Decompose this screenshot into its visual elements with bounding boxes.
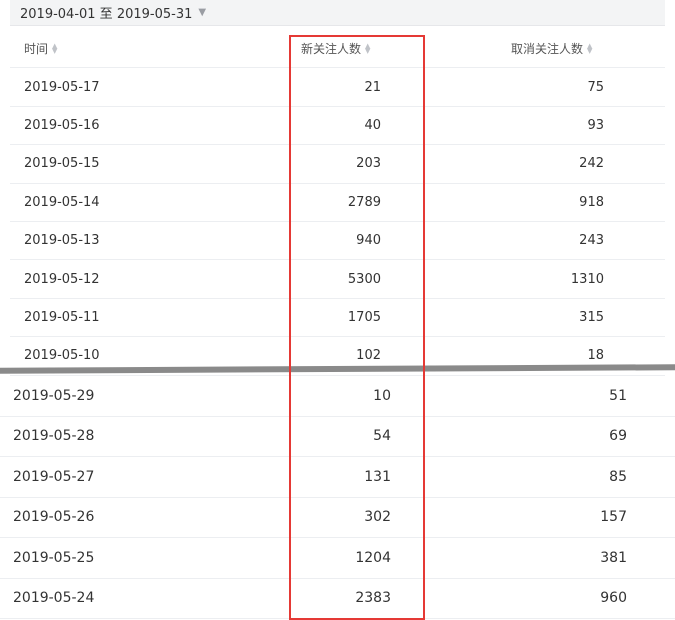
table-row: 2019-05-27 131 85 (0, 457, 675, 498)
table-row: 2019-05-25 1204 381 (0, 538, 675, 579)
date-cell: 2019-05-26 (13, 509, 95, 526)
date-range-selector[interactable]: 2019-04-01 至 2019-05-31 ▼ (10, 0, 665, 26)
table-row: 2019-05-16 40 93 (10, 107, 665, 146)
new-followers-cell: 1204 (355, 549, 391, 566)
date-range-text: 2019-04-01 至 2019-05-31 (20, 7, 193, 22)
caret-down-icon[interactable]: ▼ (198, 7, 206, 18)
table-row: 2019-05-14 2789 918 (10, 184, 665, 222)
header-cancel-followers[interactable]: 取消关注人数 ▲ ▼ (511, 30, 592, 67)
new-followers-cell: 2789 (347, 194, 381, 210)
table-row: 2019-05-17 21 75 (10, 68, 665, 107)
table-row: 2019-05-29 10 51 (0, 376, 675, 417)
new-followers-cell: 5300 (347, 271, 381, 287)
new-followers-cell: 40 (364, 117, 381, 133)
date-cell: 2019-05-17 (24, 79, 100, 95)
header-new-followers[interactable]: 新关注人数 ▲ ▼ (301, 30, 370, 67)
cancel-followers-cell: 315 (579, 309, 604, 325)
date-cell: 2019-05-14 (24, 194, 100, 210)
date-cell: 2019-05-13 (24, 233, 100, 249)
cancel-followers-cell: 75 (587, 79, 604, 95)
cancel-followers-cell: 381 (600, 549, 627, 566)
cancel-followers-cell: 157 (600, 509, 627, 526)
cancel-followers-cell: 1310 (570, 271, 604, 287)
table-row: 2019-05-13 940 243 (10, 222, 665, 261)
table-row: 2019-05-26 302 157 (0, 498, 675, 538)
table-body-bottom: 2019-05-29 10 51 2019-05-28 54 69 2019-05-27 13… (0, 376, 675, 619)
stats-table-bottom: 2019-05-29 10 51 2019-05-28 54 69 2019-05-27 13… (0, 376, 675, 619)
new-followers-cell: 940 (356, 233, 381, 249)
date-cell: 2019-05-12 (24, 271, 100, 287)
new-followers-cell: 2383 (355, 590, 391, 607)
cancel-followers-cell: 243 (579, 233, 604, 249)
new-followers-cell: 131 (364, 468, 391, 485)
table-row: 2019-05-15 203 242 (10, 145, 665, 184)
sort-icon[interactable]: ▲ ▼ (587, 42, 592, 54)
date-cell: 2019-05-28 (13, 428, 95, 445)
cancel-followers-cell: 918 (579, 194, 604, 210)
table-row: 2019-05-11 1705 315 (10, 299, 665, 338)
table-header: 时间 ▲ ▼ 新关注人数 ▲ ▼ 取消关注人数 ▲ ▼ (10, 30, 665, 69)
header-new-followers-label: 新关注人数 (301, 42, 362, 57)
cancel-followers-cell: 960 (600, 590, 627, 607)
new-followers-cell: 54 (373, 428, 391, 445)
date-cell: 2019-05-11 (24, 309, 100, 325)
sort-icon[interactable]: ▲ ▼ (365, 42, 370, 54)
date-cell: 2019-05-25 (13, 549, 95, 566)
cancel-followers-cell: 85 (609, 468, 627, 485)
sort-icon[interactable]: ▲ ▼ (52, 42, 57, 54)
cancel-followers-cell: 51 (609, 387, 627, 404)
date-cell: 2019-05-16 (24, 117, 100, 133)
table-row: 2019-05-24 2383 960 (0, 579, 675, 619)
date-cell: 2019-05-15 (24, 156, 100, 172)
header-date[interactable]: 时间 ▲ ▼ (24, 30, 57, 67)
table-row: 2019-05-28 54 69 (0, 417, 675, 457)
new-followers-cell: 1705 (347, 309, 381, 325)
date-cell: 2019-05-29 (13, 387, 95, 404)
table-body-top: 2019-05-17 21 75 2019-05-16 40 93 2019-05-15 20… (10, 68, 665, 376)
table-row: 2019-05-12 5300 1310 (10, 260, 665, 299)
cancel-followers-cell: 93 (587, 117, 604, 133)
new-followers-cell: 21 (364, 79, 381, 95)
date-cell: 2019-05-27 (13, 468, 95, 485)
stats-table-top: 时间 ▲ ▼ 新关注人数 ▲ ▼ 取消关注人数 ▲ ▼ 2019-05-17 21 75 2… (10, 30, 665, 376)
date-cell: 2019-05-24 (13, 590, 95, 607)
cancel-followers-cell: 242 (579, 156, 604, 172)
new-followers-cell: 10 (373, 387, 391, 404)
new-followers-cell: 302 (364, 509, 391, 526)
header-cancel-followers-label: 取消关注人数 (511, 42, 584, 57)
new-followers-cell: 203 (356, 156, 381, 172)
header-date-label: 时间 (24, 42, 49, 57)
cancel-followers-cell: 69 (609, 428, 627, 445)
